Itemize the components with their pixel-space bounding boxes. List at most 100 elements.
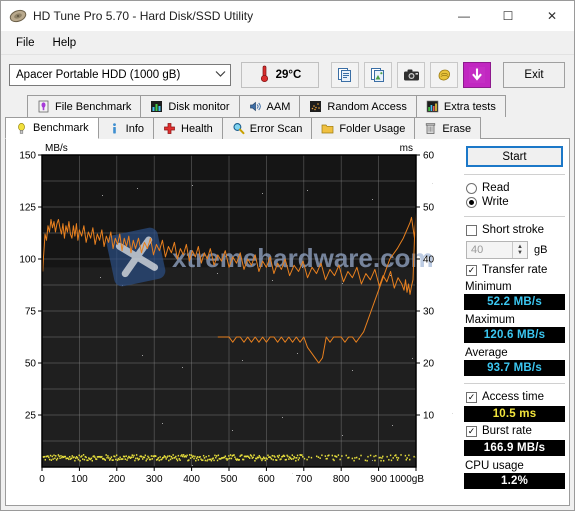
checkbox-short-stroke[interactable]: Short stroke bbox=[466, 224, 565, 236]
short-stroke-stepper[interactable]: 40 ▲ ▼ gB bbox=[466, 241, 565, 259]
radio-read-icon bbox=[466, 182, 477, 194]
radio-write-icon bbox=[466, 196, 477, 208]
svg-text:300: 300 bbox=[146, 474, 163, 485]
tab-label: Random Access bbox=[327, 100, 407, 113]
checkbox-access-time-icon: ✓ bbox=[466, 391, 477, 403]
divider bbox=[464, 174, 565, 175]
radio-write-label: Write bbox=[482, 196, 509, 208]
radio-read[interactable]: Read bbox=[466, 182, 565, 194]
svg-text:700: 700 bbox=[295, 474, 312, 485]
minimize-button[interactable]: — bbox=[442, 1, 486, 31]
checkbox-burst-rate[interactable]: ✓ Burst rate bbox=[466, 425, 565, 437]
menu-help[interactable]: Help bbox=[44, 34, 86, 52]
spinner-arrows-icon[interactable]: ▲ ▼ bbox=[512, 242, 527, 258]
tab-label: Health bbox=[181, 122, 213, 135]
screenshot-camera-icon[interactable] bbox=[397, 62, 425, 88]
trash-icon bbox=[424, 122, 437, 135]
radio-read-label: Read bbox=[482, 182, 510, 194]
download-arrow-icon[interactable] bbox=[463, 62, 491, 88]
tab-health[interactable]: Health bbox=[153, 117, 223, 139]
short-stroke-value: 40 bbox=[471, 244, 484, 256]
bar-chart-icon bbox=[150, 100, 163, 113]
red-cross-icon bbox=[163, 122, 176, 135]
maximum-value: 120.6 MB/s bbox=[464, 327, 565, 343]
svg-text:125: 125 bbox=[19, 203, 36, 214]
tab-label: Extra tests bbox=[443, 100, 496, 113]
tab-file-benchmark[interactable]: File Benchmark bbox=[27, 95, 142, 117]
svg-text:800: 800 bbox=[333, 474, 350, 485]
tab-label: File Benchmark bbox=[55, 100, 132, 113]
average-label: Average bbox=[465, 347, 508, 359]
tab-error-scan[interactable]: Error Scan bbox=[221, 117, 313, 139]
transfer-rate-graph: xtremehardware.com 25 50 75 100 125 150 MB/s 10 2… bbox=[19, 143, 453, 485]
checkbox-transfer-rate[interactable]: ✓ Transfer rate bbox=[466, 264, 565, 276]
start-button[interactable]: Start bbox=[466, 146, 563, 167]
access-time-value: 10.5 ms bbox=[464, 406, 565, 422]
drive-select[interactable]: Apacer Portable HDD (1000 gB) bbox=[9, 64, 231, 86]
file-benchmark-icon bbox=[37, 100, 50, 113]
benchmark-panel: xtremehardware.com 25 50 75 100 125 150 MB/s 10 2… bbox=[5, 139, 570, 506]
maximize-button[interactable]: ☐ bbox=[486, 1, 530, 31]
svg-text:400: 400 bbox=[183, 474, 200, 485]
copy-text-icon[interactable] bbox=[331, 62, 359, 88]
svg-text:40: 40 bbox=[423, 255, 435, 266]
checkbox-transfer-rate-icon: ✓ bbox=[466, 264, 477, 276]
drive-select-value: Apacer Portable HDD (1000 gB) bbox=[16, 69, 181, 81]
minimum-label: Minimum bbox=[465, 281, 512, 293]
maximum-label: Maximum bbox=[465, 314, 515, 326]
copy-image-icon[interactable] bbox=[364, 62, 392, 88]
controls-panel: Start Read Write Short stroke 40 ▲ ▼ gB … bbox=[458, 139, 571, 505]
divider bbox=[464, 216, 565, 217]
tab-benchmark[interactable]: Benchmark bbox=[5, 117, 99, 139]
chevron-down-icon bbox=[210, 70, 230, 80]
tab-label: Folder Usage bbox=[339, 122, 406, 135]
tab-aam[interactable]: AAM bbox=[238, 95, 301, 117]
tab-random-access[interactable]: Random Access bbox=[299, 95, 417, 117]
cpu-usage-value: 1.2% bbox=[464, 473, 565, 489]
tab-label: Erase bbox=[442, 122, 472, 135]
short-stroke-input[interactable]: 40 ▲ ▼ bbox=[466, 241, 528, 259]
menu-file[interactable]: File bbox=[7, 34, 44, 52]
tab-bars: File Benchmark Disk monitor AAM Random A… bbox=[1, 95, 574, 139]
tab-label: Info bbox=[125, 122, 144, 135]
tab-folder-usage[interactable]: Folder Usage bbox=[311, 117, 416, 139]
tab-disk-monitor[interactable]: Disk monitor bbox=[140, 95, 240, 117]
svg-text:MB/s: MB/s bbox=[45, 143, 68, 154]
temperature-value: 29°C bbox=[275, 69, 302, 81]
svg-text:20: 20 bbox=[423, 359, 435, 370]
radio-write[interactable]: Write bbox=[466, 196, 565, 208]
title-bar: HD Tune Pro 5.70 - Hard Disk/SSD Utility… bbox=[1, 1, 574, 32]
average-value: 93.7 MB/s bbox=[464, 360, 565, 376]
window-title: HD Tune Pro 5.70 - Hard Disk/SSD Utility bbox=[33, 9, 254, 23]
tab-info[interactable]: Info bbox=[97, 117, 154, 139]
tab-label: AAM bbox=[266, 100, 291, 113]
tab-label: Disk monitor bbox=[168, 100, 230, 113]
minimum-value: 52.2 MB/s bbox=[464, 294, 565, 310]
svg-text:50: 50 bbox=[423, 203, 435, 214]
exit-button[interactable]: Exit bbox=[503, 62, 565, 88]
cpu-usage-label: CPU usage bbox=[465, 460, 524, 472]
svg-text:50: 50 bbox=[25, 359, 37, 370]
tab-row-lower: Benchmark Info Health Error Scan Folder … bbox=[5, 117, 570, 139]
window-controls: — ☐ ✕ bbox=[442, 1, 574, 31]
svg-text:ms: ms bbox=[400, 143, 413, 154]
menu-bar: File Help bbox=[1, 32, 574, 55]
magnifier-icon bbox=[232, 122, 245, 135]
hand-wave-icon[interactable] bbox=[430, 62, 458, 88]
tab-erase[interactable]: Erase bbox=[414, 117, 482, 139]
svg-text:10: 10 bbox=[423, 411, 435, 422]
divider bbox=[464, 383, 565, 384]
svg-text:500: 500 bbox=[221, 474, 238, 485]
svg-text:60: 60 bbox=[423, 151, 435, 162]
svg-text:150: 150 bbox=[19, 151, 36, 162]
app-window: HD Tune Pro 5.70 - Hard Disk/SSD Utility… bbox=[0, 0, 575, 511]
checkbox-access-time[interactable]: ✓ Access time bbox=[466, 391, 565, 403]
tab-row-upper: File Benchmark Disk monitor AAM Random A… bbox=[5, 95, 570, 117]
svg-text:xtremehardware.com: xtremehardware.com bbox=[172, 243, 434, 273]
hard-disk-icon bbox=[9, 7, 27, 25]
checkbox-burst-rate-label: Burst rate bbox=[482, 425, 532, 437]
tab-extra-tests[interactable]: Extra tests bbox=[415, 95, 506, 117]
folder-icon bbox=[321, 122, 334, 135]
close-button[interactable]: ✕ bbox=[530, 1, 574, 31]
thermometer-icon bbox=[259, 65, 270, 86]
